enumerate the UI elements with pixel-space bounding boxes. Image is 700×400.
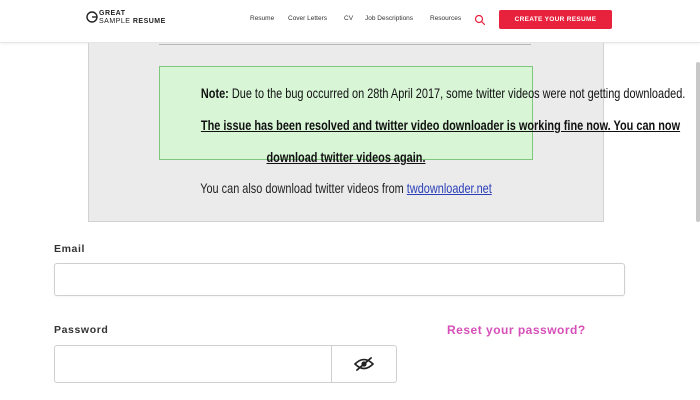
note-text: Note: Due to the bug occurred on 28th Ap…	[200, 85, 686, 101]
password-visibility-toggle[interactable]	[331, 345, 397, 383]
logo-text-great: GREAT	[99, 10, 126, 17]
note-box: Note: Due to the bug occurred on 28th Ap…	[159, 66, 686, 165]
resolved-text-line1: The issue has been resolved and twitter …	[200, 117, 681, 133]
divider	[159, 44, 531, 45]
password-field[interactable]	[54, 345, 332, 383]
password-label: Password	[54, 324, 109, 336]
email-label: Email	[54, 243, 86, 255]
logo-icon	[86, 11, 98, 23]
alternate-download-text: You can also download twitter videos fro…	[200, 180, 492, 196]
nav-cv[interactable]: CV	[344, 15, 353, 22]
reset-password-link[interactable]: Reset your password?	[447, 323, 586, 337]
email-field[interactable]	[54, 263, 625, 296]
twdownloader-link[interactable]: twdownloader.net	[407, 180, 492, 196]
search-icon[interactable]	[474, 14, 486, 26]
site-header: GREAT SAMPLE RESUME Resume Cover Letters…	[0, 0, 700, 43]
nav-cover-letters[interactable]: Cover Letters	[288, 15, 327, 22]
eye-slash-icon	[354, 357, 374, 371]
resolved-text-line2: download twitter videos again.	[266, 149, 426, 165]
embedded-screenshot-panel: Note: Due to the bug occurred on 28th Ap…	[88, 43, 686, 222]
nav-resources[interactable]: Resources	[430, 15, 461, 22]
nav-resume[interactable]: Resume	[250, 15, 274, 22]
logo-text-sample-resume: SAMPLE RESUME	[99, 18, 166, 25]
nav-job-descriptions[interactable]: Job Descriptions	[365, 15, 413, 22]
create-resume-button[interactable]: CREATE YOUR RESUME	[499, 10, 612, 29]
scrollbar[interactable]	[696, 62, 700, 222]
